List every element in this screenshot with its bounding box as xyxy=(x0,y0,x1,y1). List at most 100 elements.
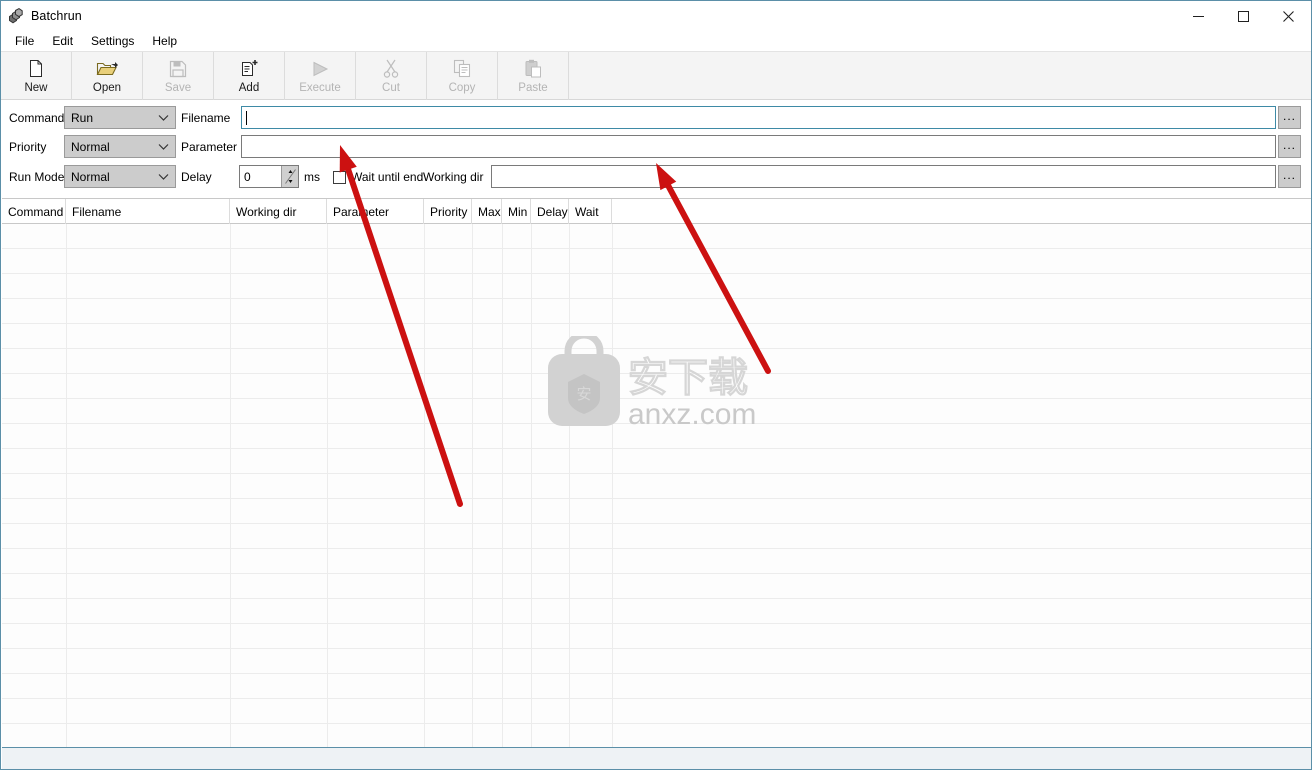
label-working-dir: Working dir xyxy=(423,170,484,184)
delay-stepper[interactable]: 0 xyxy=(239,165,299,188)
table-row[interactable] xyxy=(2,574,1311,599)
toolbar: New Open Save Add Execute Cut Copy Paste xyxy=(1,52,1311,100)
filename-browse-button[interactable]: ... xyxy=(1278,106,1301,129)
menu-item-help[interactable]: Help xyxy=(144,32,185,51)
text-caret xyxy=(246,110,247,125)
table-header-delay[interactable]: Delay xyxy=(531,199,569,224)
working-dir-browse-button[interactable]: ... xyxy=(1278,165,1301,188)
chevron-down-icon xyxy=(158,173,169,180)
table-header-parameter[interactable]: Parameter xyxy=(327,199,424,224)
floppy-disk-icon xyxy=(169,58,187,80)
menu-item-edit[interactable]: Edit xyxy=(44,32,81,51)
toolbar-label-new: New xyxy=(24,81,48,94)
table-row[interactable] xyxy=(2,249,1311,274)
scissors-icon xyxy=(383,58,399,80)
table-row[interactable] xyxy=(2,374,1311,399)
toolbar-button-new[interactable]: New xyxy=(1,52,72,100)
parameter-input[interactable] xyxy=(241,135,1276,158)
label-priority: Priority xyxy=(9,140,47,154)
table-header-priority[interactable]: Priority xyxy=(424,199,472,224)
table-column-divider xyxy=(502,224,503,747)
table-row[interactable] xyxy=(2,599,1311,624)
label-parameter: Parameter xyxy=(181,140,238,154)
toolbar-button-cut[interactable]: Cut xyxy=(356,52,427,100)
priority-select[interactable]: Normal xyxy=(64,135,176,158)
command-select[interactable]: Run xyxy=(64,106,176,129)
filename-input[interactable] xyxy=(241,106,1276,129)
label-delay-unit: ms xyxy=(304,170,320,184)
table-row[interactable] xyxy=(2,674,1311,699)
chevron-down-icon xyxy=(158,114,169,121)
table-row[interactable] xyxy=(2,699,1311,724)
clipboard-icon xyxy=(524,58,542,80)
menu-bar: File Edit Settings Help xyxy=(1,31,1311,52)
menu-item-file[interactable]: File xyxy=(7,32,42,51)
table-row[interactable] xyxy=(2,549,1311,574)
table-row[interactable] xyxy=(2,349,1311,374)
status-bar xyxy=(2,747,1311,769)
open-folder-icon xyxy=(96,58,118,80)
table-row[interactable] xyxy=(2,524,1311,549)
toolbar-button-add[interactable]: Add xyxy=(214,52,285,100)
table-row[interactable] xyxy=(2,399,1311,424)
wait-until-end-checkbox[interactable]: Wait until end xyxy=(333,170,423,184)
run-mode-select[interactable]: Normal xyxy=(64,165,176,188)
toolbar-label-add: Add xyxy=(238,81,260,94)
jobs-table: Command Filename Working dir Parameter Prior… xyxy=(2,198,1311,747)
table-row[interactable] xyxy=(2,224,1311,249)
table-row[interactable] xyxy=(2,274,1311,299)
toolbar-label-cut: Cut xyxy=(382,81,400,94)
table-column-divider xyxy=(472,224,473,747)
table-header-wait[interactable]: Wait xyxy=(569,199,612,224)
chevron-down-icon xyxy=(158,143,169,150)
priority-select-value: Normal xyxy=(71,139,110,154)
label-delay: Delay xyxy=(181,170,212,184)
toolbar-label-paste: Paste xyxy=(518,81,548,94)
toolbar-button-execute[interactable]: Execute xyxy=(285,52,356,100)
toolbar-button-save[interactable]: Save xyxy=(143,52,214,100)
table-header-max[interactable]: Max xyxy=(472,199,502,224)
boxes-stack-icon xyxy=(7,7,25,25)
title-bar: Batchrun xyxy=(1,1,1311,31)
minimize-button[interactable] xyxy=(1176,1,1221,31)
command-form-panel: Command Run Filename ... Priority Normal… xyxy=(1,100,1311,198)
delay-value: 0 xyxy=(244,169,251,184)
menu-item-settings[interactable]: Settings xyxy=(83,32,142,51)
table-row[interactable] xyxy=(2,299,1311,324)
parameter-browse-button[interactable]: ... xyxy=(1278,135,1301,158)
table-header-row: Command Filename Working dir Parameter Prior… xyxy=(2,199,1311,224)
new-document-icon xyxy=(28,58,44,80)
label-command: Command xyxy=(9,111,65,125)
application-window: Batchrun File Edit Settings Help New Ope… xyxy=(0,0,1312,770)
maximize-button[interactable] xyxy=(1221,1,1266,31)
table-header-command[interactable]: Command xyxy=(2,199,66,224)
close-button[interactable] xyxy=(1266,1,1311,31)
toolbar-label-execute: Execute xyxy=(299,81,341,94)
toolbar-button-open[interactable]: Open xyxy=(72,52,143,100)
label-run-mode: Run Mode xyxy=(9,170,65,184)
spinner-arrows-icon[interactable] xyxy=(281,166,298,187)
toolbar-label-save: Save xyxy=(164,81,192,94)
working-dir-input[interactable] xyxy=(491,165,1276,188)
window-title: Batchrun xyxy=(31,9,82,23)
toolbar-button-paste[interactable]: Paste xyxy=(498,52,569,100)
table-header-working-dir[interactable]: Working dir xyxy=(230,199,327,224)
table-row[interactable] xyxy=(2,449,1311,474)
table-row[interactable] xyxy=(2,499,1311,524)
table-header-min[interactable]: Min xyxy=(502,199,531,224)
table-column-divider xyxy=(569,224,570,747)
table-row[interactable] xyxy=(2,724,1311,747)
table-row[interactable] xyxy=(2,649,1311,674)
table-column-divider xyxy=(424,224,425,747)
table-row[interactable] xyxy=(2,474,1311,499)
table-column-divider xyxy=(327,224,328,747)
table-row[interactable] xyxy=(2,424,1311,449)
wait-until-end-label: Wait until end xyxy=(351,170,424,184)
table-row[interactable] xyxy=(2,324,1311,349)
table-row[interactable] xyxy=(2,624,1311,649)
table-header-filename[interactable]: Filename xyxy=(66,199,230,224)
table-column-divider xyxy=(531,224,532,747)
add-document-icon xyxy=(239,58,259,80)
toolbar-button-copy[interactable]: Copy xyxy=(427,52,498,100)
table-column-divider xyxy=(66,224,67,747)
